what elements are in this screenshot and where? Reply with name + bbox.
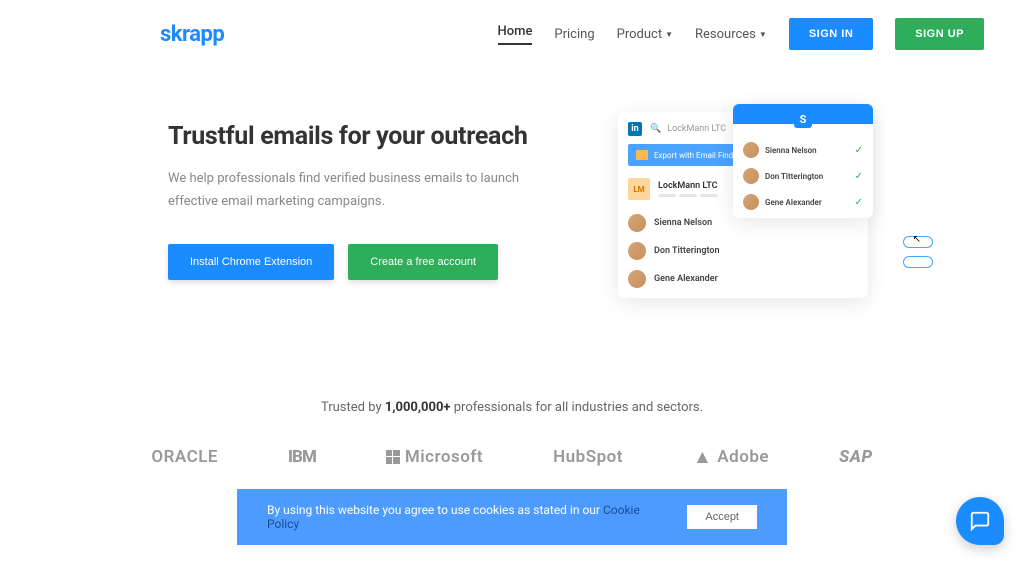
signin-button[interactable]: SIGN IN [789,18,873,50]
company-badge: LM [628,178,650,200]
hubspot-logo: HubSpot [553,447,623,467]
avatar [628,242,646,260]
adobe-icon: ▲ [693,445,712,469]
check-icon: ✓ [855,171,863,182]
avatar [743,194,759,210]
brand-logos: ORACLE IBM Microsoft HubSpot ▲Adobe SAP [0,415,1024,499]
chevron-down-icon: ▼ [665,30,673,39]
hero-buttons: Install Chrome Extension Create a free a… [168,244,568,280]
nav-home[interactable]: Home [498,24,533,45]
navbar: skrapp Home Pricing Product▼ Resources▼ … [0,0,1024,62]
ibm-logo: IBM [288,447,316,467]
hero-text: Trustful emails for your outreach We hel… [168,122,568,280]
microsoft-logo: Microsoft [386,447,483,467]
nav-links: Home Pricing Product▼ Resources▼ SIGN IN… [498,18,984,50]
skrapp-badge-icon: S [794,110,812,128]
avatar [743,142,759,158]
linkedin-icon: in [628,122,642,136]
cookie-accept-button[interactable]: Accept [687,505,757,529]
folder-icon [636,150,648,160]
sap-logo: SAP [839,447,873,467]
nav-resources[interactable]: Resources▼ [695,27,767,42]
chevron-down-icon: ▼ [759,30,767,39]
mockup-popup: S Sienna Nelson✓ Don Titterington✓ Gene … [733,104,873,218]
logo[interactable]: skrapp [160,22,224,47]
cursor-icon: ↖ [913,234,921,245]
trusted-text: Trusted by 1,000,000+ professionals for … [0,400,1024,415]
hero-illustration: in 🔍 LockMann LTC Export with Email Find… [608,122,984,280]
hero-section: Trustful emails for your outreach We hel… [0,62,1024,320]
hero-title: Trustful emails for your outreach [168,122,568,151]
signup-button[interactable]: SIGN UP [895,18,984,50]
mockup-person-row: Gene Alexander [628,270,858,288]
chat-widget-button[interactable] [956,497,1004,545]
hero-subtitle: We help professionals find verified busi… [168,167,568,214]
install-extension-button[interactable]: Install Chrome Extension [168,244,334,280]
avatar [628,214,646,232]
toggle-icon [903,256,933,268]
create-account-button[interactable]: Create a free account [348,244,498,280]
nav-product[interactable]: Product▼ [617,27,673,42]
chat-icon [969,510,991,532]
popup-person-row: Gene Alexander✓ [743,194,863,210]
avatar [628,270,646,288]
check-icon: ✓ [855,197,863,208]
company-name: LockMann LTC [658,181,718,191]
check-icon: ✓ [855,145,863,156]
mockup-search: 🔍 LockMann LTC [650,124,726,134]
adobe-logo: ▲Adobe [693,445,769,469]
cookie-text: By using this website you agree to use c… [267,503,657,531]
microsoft-icon [386,450,400,464]
popup-person-row: Don Titterington✓ [743,168,863,184]
nav-pricing[interactable]: Pricing [554,27,594,42]
avatar [743,168,759,184]
popup-person-row: Sienna Nelson✓ [743,142,863,158]
cookie-banner: By using this website you agree to use c… [237,489,787,545]
mockup-person-row: Don Titterington [628,242,858,260]
oracle-logo: ORACLE [151,447,218,467]
